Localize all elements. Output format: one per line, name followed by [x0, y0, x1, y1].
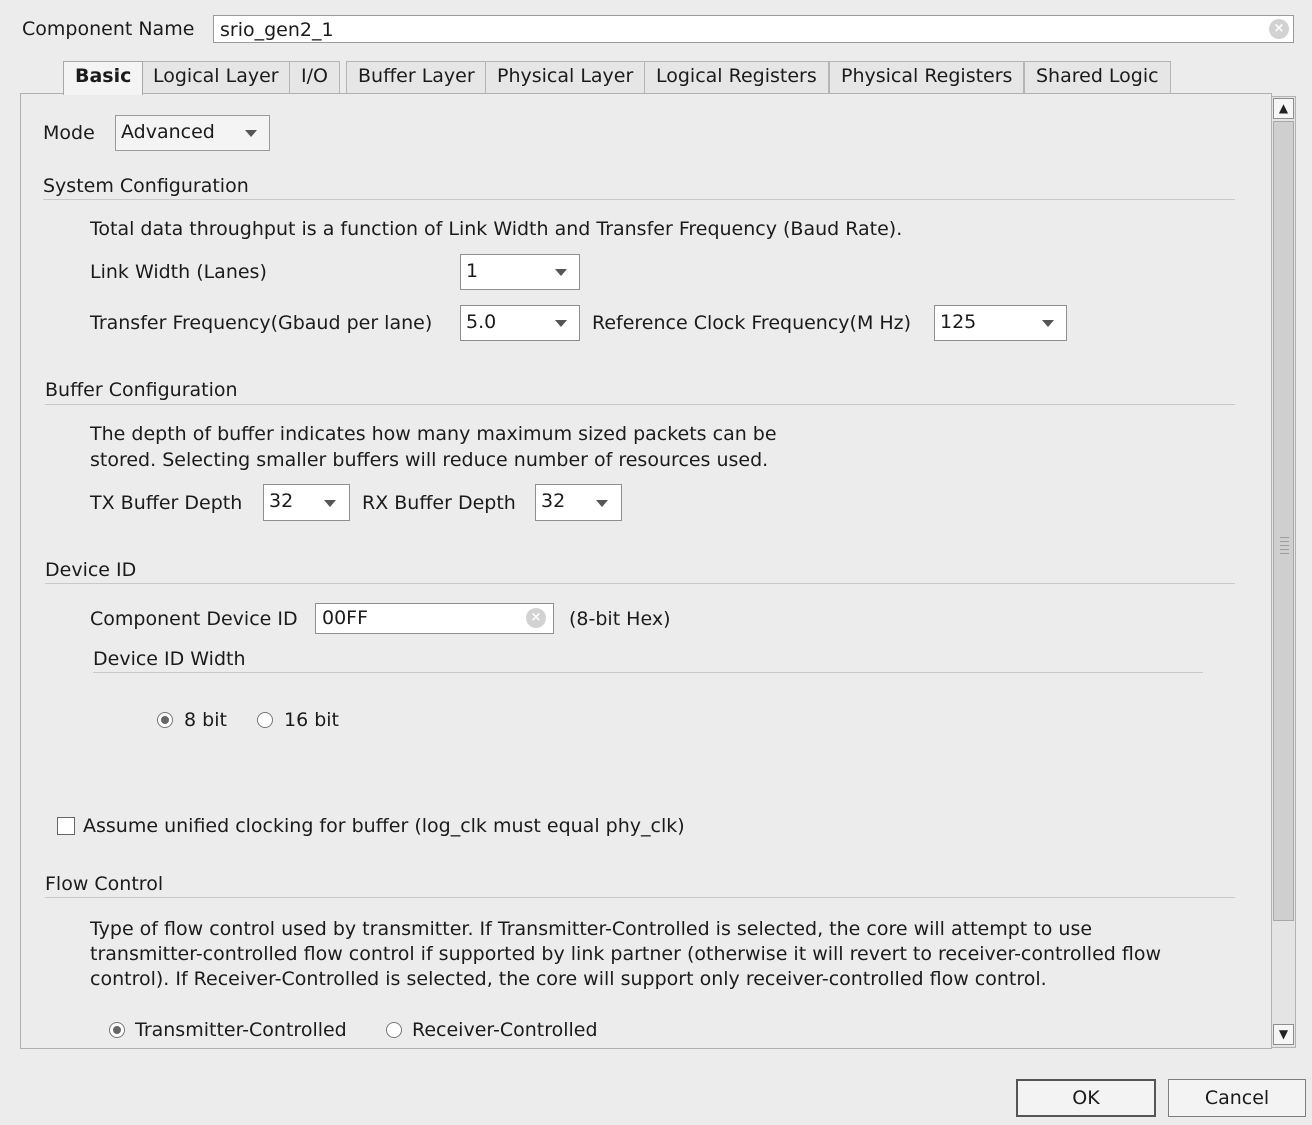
vertical-scrollbar[interactable]: ▲ ▼ — [1271, 96, 1296, 1048]
tab-label: Buffer Layer — [358, 65, 475, 87]
grip-line — [1280, 537, 1289, 538]
mode-value: Advanced — [121, 121, 215, 143]
radio-16-bit-label: 16 bit — [284, 709, 340, 731]
tab-logical-layer[interactable]: Logical Layer — [141, 61, 291, 93]
system-description: Total data throughput is a function of L… — [90, 218, 903, 240]
tab-label: Logical Registers — [656, 65, 817, 87]
section-divider — [45, 583, 1235, 584]
tx-buffer-select[interactable]: 32 — [263, 484, 350, 521]
radio-16-bit[interactable] — [257, 712, 273, 728]
chevron-down-icon — [1042, 320, 1054, 327]
tab-physical-layer[interactable]: Physical Layer — [485, 61, 646, 93]
cancel-button[interactable]: Cancel — [1168, 1079, 1306, 1117]
section-divider — [43, 199, 1235, 200]
unified-clocking-label: Assume unified clocking for buffer (log_… — [83, 815, 685, 837]
component-device-id-value: 00FF — [322, 607, 369, 629]
link-width-label: Link Width (Lanes) — [90, 261, 267, 283]
chevron-down-icon — [596, 499, 608, 507]
radio-receiver-controlled[interactable] — [386, 1022, 402, 1038]
component-device-id-label: Component Device ID — [90, 608, 298, 630]
chevron-down-icon — [555, 320, 567, 327]
radio-transmitter-controlled-label: Transmitter-Controlled — [135, 1019, 347, 1041]
transfer-freq-value: 5.0 — [466, 311, 497, 333]
flow-control-title: Flow Control — [45, 873, 164, 895]
flow-description-line2: transmitter-controlled flow control if s… — [90, 943, 1161, 965]
link-width-value: 1 — [466, 260, 479, 282]
unified-clocking-checkbox[interactable] — [57, 817, 75, 835]
tab-label: Shared Logic — [1036, 65, 1159, 87]
section-divider — [93, 672, 1203, 673]
transfer-freq-select[interactable]: 5.0 — [460, 305, 580, 341]
system-config-title: System Configuration — [43, 175, 249, 197]
ok-button[interactable]: OK — [1016, 1079, 1156, 1117]
radio-transmitter-controlled[interactable] — [109, 1022, 125, 1038]
tab-buffer-layer[interactable]: Buffer Layer — [346, 61, 487, 93]
flow-description-line1: Type of flow control used by transmitter… — [90, 918, 1093, 940]
rx-buffer-select[interactable]: 32 — [535, 484, 622, 521]
component-name-label: Component Name — [22, 18, 195, 40]
grip-line — [1280, 545, 1289, 546]
tab-label: I/O — [301, 65, 328, 87]
buffer-description-line1: The depth of buffer indicates how many m… — [90, 423, 777, 445]
device-id-hint: (8-bit Hex) — [569, 608, 671, 630]
clear-icon[interactable]: × — [526, 608, 546, 628]
ref-clock-select[interactable]: 125 — [934, 305, 1067, 341]
chevron-down-icon — [324, 499, 336, 507]
transfer-freq-label: Transfer Frequency(Gbaud per lane) — [90, 312, 433, 334]
component-name-input[interactable]: srio_gen2_1 × — [213, 15, 1294, 43]
clear-icon[interactable]: × — [1269, 19, 1289, 39]
ref-clock-value: 125 — [940, 311, 977, 333]
tx-buffer-label: TX Buffer Depth — [90, 492, 243, 514]
component-device-id-input[interactable]: 00FF × — [315, 603, 554, 634]
grip-line — [1280, 541, 1289, 542]
grip-line — [1280, 553, 1289, 554]
flow-description-line3: control). If Receiver-Controlled is sele… — [90, 968, 1047, 990]
grip-line — [1280, 549, 1289, 550]
arrow-up-icon[interactable]: ▲ — [1273, 98, 1294, 119]
tab-io[interactable]: I/O — [289, 61, 340, 93]
tab-basic[interactable]: Basic — [63, 61, 144, 95]
tab-label: Basic — [75, 65, 132, 87]
tx-buffer-value: 32 — [269, 490, 294, 512]
rx-buffer-label: RX Buffer Depth — [362, 492, 516, 514]
scrollbar-thumb[interactable] — [1273, 121, 1294, 921]
tab-label: Physical Registers — [841, 65, 1013, 87]
mode-label: Mode — [43, 122, 95, 144]
buffer-config-title: Buffer Configuration — [45, 379, 238, 401]
ref-clock-label: Reference Clock Frequency(M Hz) — [592, 312, 912, 334]
section-divider — [45, 404, 1235, 405]
chevron-down-icon — [245, 130, 257, 137]
tab-logical-registers[interactable]: Logical Registers — [644, 61, 829, 93]
link-width-select[interactable]: 1 — [460, 254, 580, 290]
radio-receiver-controlled-label: Receiver-Controlled — [412, 1019, 598, 1041]
chevron-down-icon — [555, 269, 567, 276]
device-id-title: Device ID — [45, 559, 137, 581]
component-name-value: srio_gen2_1 — [220, 19, 334, 41]
section-divider — [45, 897, 1235, 898]
arrow-down-icon[interactable]: ▼ — [1273, 1024, 1294, 1045]
buffer-description-line2: stored. Selecting smaller buffers will r… — [90, 449, 769, 471]
rx-buffer-value: 32 — [541, 490, 566, 512]
tab-physical-registers[interactable]: Physical Registers — [829, 61, 1025, 93]
tab-label: Physical Layer — [497, 65, 634, 87]
tab-label: Logical Layer — [153, 65, 279, 87]
radio-8-bit[interactable] — [157, 712, 173, 728]
radio-8-bit-label: 8 bit — [184, 709, 227, 731]
mode-select[interactable]: Advanced — [115, 115, 270, 151]
device-id-width-title: Device ID Width — [93, 648, 246, 670]
tab-shared-logic[interactable]: Shared Logic — [1024, 61, 1171, 93]
